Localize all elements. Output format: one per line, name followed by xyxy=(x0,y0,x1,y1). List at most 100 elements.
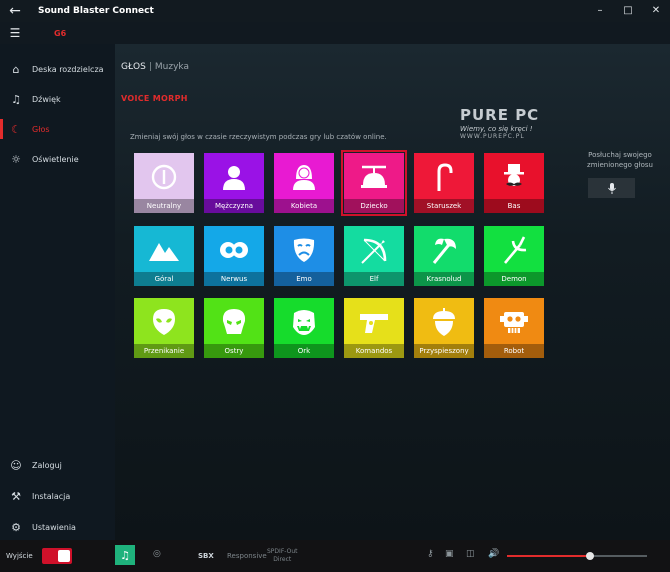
watermark-tagline: Wiemy, co się kręci ! xyxy=(460,125,533,133)
voice-tile-label: Dziecko xyxy=(344,199,404,213)
preview-mic-button[interactable] xyxy=(588,178,635,198)
music-note-icon: ♫ xyxy=(11,92,21,106)
microphone-icon xyxy=(607,182,616,194)
breadcrumb-separator: | xyxy=(148,62,152,72)
skull-icon xyxy=(204,304,264,340)
voice-tile[interactable]: Nerwus xyxy=(204,226,264,286)
robot-icon xyxy=(484,304,544,340)
neutral-icon xyxy=(134,159,194,195)
scout-mode-icon[interactable]: ◎ xyxy=(153,549,161,559)
volume-slider[interactable] xyxy=(507,552,647,560)
mountain-icon xyxy=(134,232,194,268)
light-bulb-icon: ☼ xyxy=(11,152,21,166)
sbx-button[interactable]: SBX xyxy=(198,552,214,560)
voice-tile[interactable]: Ork xyxy=(274,298,334,358)
sidebar-item-lighting[interactable]: ☼ Oświetlenie xyxy=(0,146,115,172)
voice-tile[interactable]: Robot xyxy=(484,298,544,358)
breadcrumb-subsection[interactable]: Muzyka xyxy=(155,62,189,72)
voice-tile[interactable]: Przyspieszony xyxy=(414,298,474,358)
voice-tile[interactable]: Komandos xyxy=(344,298,404,358)
sidebar-item-installation[interactable]: ⚒ Instalacja xyxy=(0,483,115,509)
voice-tile[interactable]: Demon xyxy=(484,226,544,286)
watermark: PURE PC Wiemy, co się kręci ! WWW.PUREPC… xyxy=(460,106,560,156)
voice-tile[interactable]: Mężczyzna xyxy=(204,153,264,213)
voice-tile-label: Robot xyxy=(484,344,544,358)
maximize-icon[interactable]: □ xyxy=(614,0,642,22)
trident-icon xyxy=(484,232,544,268)
man-icon xyxy=(204,159,264,195)
breadcrumb-section[interactable]: GŁOS xyxy=(121,62,146,72)
exit-button[interactable]: Wyjście xyxy=(6,552,33,560)
sidebar-item-dashboard[interactable]: ⌂ Deska rozdzielcza xyxy=(0,56,115,82)
sidebar-item-label: Oświetlenie xyxy=(32,154,79,164)
watermark-url: WWW.PUREPC.PL xyxy=(460,133,525,140)
speaker-device-icon[interactable]: ◫ xyxy=(466,549,475,559)
voice-tile[interactable]: Neutralny xyxy=(134,153,194,213)
title-bar: ← Sound Blaster Connect – □ ✕ xyxy=(0,0,670,22)
sidebar-item-label: Głos xyxy=(32,124,50,134)
voice-tile[interactable]: Emo xyxy=(274,226,334,286)
back-arrow-icon[interactable]: ← xyxy=(0,3,30,19)
preview-label: Posłuchaj swojego zmienionego głosu xyxy=(587,151,653,169)
sidebar-item-label: Deska rozdzielcza xyxy=(32,64,104,74)
main-panel: GŁOS | Muzyka VOICE MORPH PURE PC Wiemy, c… xyxy=(115,44,670,540)
voice-tile-label: Mężczyzna xyxy=(204,199,264,213)
eyes-icon xyxy=(204,232,264,268)
minimize-icon[interactable]: – xyxy=(586,0,614,22)
device-name[interactable]: G6 xyxy=(54,29,66,38)
spdif-line1: SPDIF-Out xyxy=(267,548,298,555)
theater-mask-icon xyxy=(274,232,334,268)
acorn-icon xyxy=(414,304,474,340)
sidebar: ⌂ Deska rozdzielcza ♫ Dźwięk ☾ Głos ☼ Oś… xyxy=(0,44,115,540)
volume-knob[interactable] xyxy=(585,552,594,560)
sidebar-item-settings[interactable]: ⚙ Ustawienia xyxy=(0,514,115,540)
sidebar-item-login[interactable]: ☺ Zaloguj xyxy=(0,452,115,478)
sidebar-item-voice[interactable]: ☾ Głos xyxy=(0,116,115,142)
axe-icon xyxy=(414,232,474,268)
voice-tile[interactable]: Kobieta xyxy=(274,153,334,213)
headphones-icon[interactable]: ▣ xyxy=(445,549,454,559)
section-title: VOICE MORPH xyxy=(121,94,188,103)
microphone-icon[interactable]: ⚷ xyxy=(427,549,434,559)
volume-icon[interactable]: 🔊 xyxy=(488,549,499,559)
watermark-logo: PURE PC xyxy=(460,106,540,124)
propeller-hat-icon xyxy=(344,159,404,195)
voice-tile-label: Przyspieszony xyxy=(414,344,474,358)
volume-fill xyxy=(507,555,590,557)
voice-tile[interactable]: Przenikanie xyxy=(134,298,194,358)
device-badge-icon[interactable] xyxy=(42,548,72,564)
gentleman-icon xyxy=(484,159,544,195)
voice-tile[interactable]: Dziecko xyxy=(341,150,407,216)
voice-tile[interactable]: Staruszek xyxy=(414,153,474,213)
sidebar-item-label: Zaloguj xyxy=(32,460,62,470)
voice-tile[interactable]: Ostry xyxy=(204,298,264,358)
cane-icon xyxy=(414,159,474,195)
sidebar-item-label: Instalacja xyxy=(32,491,71,501)
wrench-icon: ⚒ xyxy=(11,489,21,503)
voice-tile[interactable]: Góral xyxy=(134,226,194,286)
sidebar-item-sound[interactable]: ♫ Dźwięk xyxy=(0,86,115,112)
music-note-icon: ♫ xyxy=(120,548,130,562)
voice-tile-label: Bas xyxy=(484,199,544,213)
voice-tile[interactable]: Krasnolud xyxy=(414,226,474,286)
woman-icon xyxy=(274,159,334,195)
window-controls: – □ ✕ xyxy=(586,0,670,22)
voice-tile-label: Ostry xyxy=(204,344,264,358)
voice-tile-label: Staruszek xyxy=(414,199,474,213)
voice-tile[interactable]: Bas xyxy=(484,153,544,213)
voice-tile-label: Kobieta xyxy=(274,199,334,213)
music-mode-button[interactable]: ♫ xyxy=(115,545,135,565)
voice-tile-label: Przenikanie xyxy=(134,344,194,358)
spdif-button[interactable]: SPDIF-Out Direct xyxy=(267,548,297,564)
hamburger-menu-icon[interactable]: ☰ xyxy=(0,26,30,40)
home-icon: ⌂ xyxy=(12,62,20,76)
voice-tile-label: Neutralny xyxy=(134,199,194,213)
device-bar: ☰ G6 xyxy=(0,22,670,44)
responsive-button[interactable]: Responsive xyxy=(227,552,267,560)
orc-icon xyxy=(274,304,334,340)
spdif-line2: Direct xyxy=(273,556,292,563)
voice-tile-label: Krasnolud xyxy=(414,272,474,286)
voice-tile[interactable]: Elf xyxy=(344,226,404,286)
close-icon[interactable]: ✕ xyxy=(642,0,670,22)
voice-tile-label: Demon xyxy=(484,272,544,286)
